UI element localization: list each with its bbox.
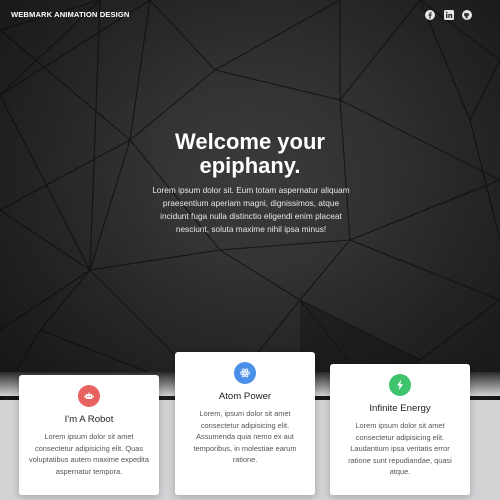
robot-icon [78, 385, 100, 407]
feature-description-line: aspernatur tempora. [55, 466, 123, 476]
feature-description-line: consectetur adipisicing elit. Quas [34, 443, 144, 453]
hero-headline-line: epiphany. [199, 153, 301, 178]
feature-description-line: temporibus, in molestiae earum [193, 443, 297, 453]
feature-description: Lorem ipsum dolor sit amet consectetur a… [27, 431, 151, 477]
feature-description-line: Lorem, ipsum dolor sit amet [199, 409, 291, 418]
feature-description-line: atque. [389, 467, 411, 477]
atom-icon [234, 362, 256, 384]
feature-description-line: Assumenda quia nemo ex aut [196, 432, 294, 442]
feature-description-line: consectetur adipisicing elit. [200, 420, 290, 430]
hero-paragraph-line: nesciunt, soluta maxime nihil ipsa minus… [175, 224, 327, 234]
linkedin-icon[interactable] [443, 9, 454, 20]
feature-description-line: Laudantium ipsa veritatis error [350, 444, 450, 454]
feature-description-line: Lorem ipsum dolor sit amet [355, 421, 445, 430]
github-icon[interactable] [461, 9, 472, 20]
hero-paragraph-line: incidunt fuga nulla distinctio eligendi … [160, 211, 342, 221]
feature-card-robot: I'm A Robot Lorem ipsum dolor sit amet c… [19, 375, 159, 495]
hero-paragraph-line: Lorem ipsum dolor sit. Eum totam asperna… [152, 185, 350, 195]
hero-paragraph-line: praesentium aperiam magni, dignissimos, … [162, 198, 340, 208]
feature-title: Infinite Energy [369, 403, 431, 414]
feature-description-line: Lorem ipsum dolor sit amet [44, 432, 134, 441]
brand-logo-text[interactable]: WEBMARK ANIMATION DESIGN [11, 10, 129, 19]
feature-description-line: voluptatibus autem maxime expedita [29, 455, 149, 465]
facebook-icon[interactable] [424, 9, 435, 20]
feature-card-atom: Atom Power Lorem, ipsum dolor sit amet c… [175, 352, 315, 495]
feature-description-line: ratione sunt repudiandae, quasi [348, 455, 452, 465]
feature-description-line: consectetur adipisicing elit. [355, 432, 445, 442]
feature-title: Atom Power [218, 391, 272, 402]
lightning-icon [389, 374, 411, 396]
hero-headline-line: Welcome your [175, 129, 325, 154]
hero-paragraph: Lorem ipsum dolor sit. Eum totam asperna… [120, 184, 382, 236]
feature-description-line: ratione. [232, 455, 258, 465]
hero-headline: Welcome your epiphany. [100, 130, 400, 178]
feature-description: Lorem ipsum dolor sit amet consectetur a… [338, 420, 462, 478]
feature-card-energy: Infinite Energy Lorem ipsum dolor sit am… [330, 364, 470, 495]
feature-title: I'm A Robot [64, 414, 114, 425]
feature-description: Lorem, ipsum dolor sit amet consectetur … [183, 408, 307, 466]
